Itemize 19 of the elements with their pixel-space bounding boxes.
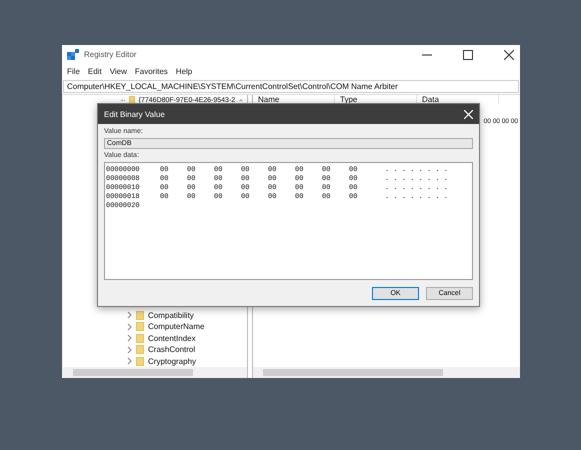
window-title: Registry Editor — [84, 50, 136, 59]
maximize-icon[interactable] — [463, 50, 473, 60]
tree-item[interactable]: Compatibility — [148, 310, 194, 320]
menu-item[interactable]: Edit — [88, 67, 102, 76]
menu-item[interactable]: Favorites — [134, 67, 168, 76]
tree-item[interactable]: ComputerName — [148, 322, 204, 332]
menu-item[interactable]: File — [67, 67, 80, 76]
menu-item[interactable]: View — [110, 67, 127, 76]
horizontal-scrollbar[interactable] — [253, 367, 520, 378]
tree-item[interactable]: CrashControl — [148, 345, 196, 354]
hex-editor[interactable] — [104, 162, 473, 280]
address-bar[interactable]: Computer\HKEY_LOCAL_MACHINE\SYSTEM\CurrentControlSet\Control\COM Name Arbiter — [63, 80, 519, 93]
dialog-title: Edit Binary Value — [104, 110, 165, 118]
close-icon[interactable] — [504, 50, 514, 60]
menu-item[interactable]: Help — [176, 67, 192, 76]
tree-item[interactable]: Cryptography — [148, 356, 196, 366]
registry-icon — [67, 48, 79, 60]
tree-item[interactable]: ContentIndex — [148, 334, 196, 343]
horizontal-scrollbar[interactable] — [63, 367, 247, 378]
